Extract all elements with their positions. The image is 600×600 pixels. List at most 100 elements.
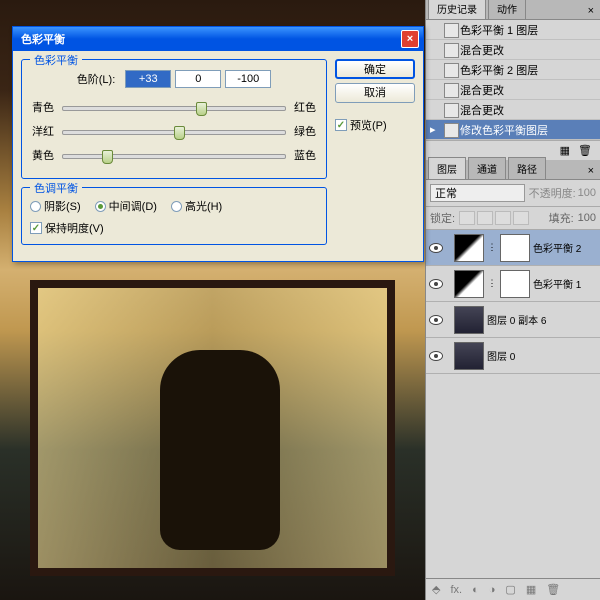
history-label: 色彩平衡 2 图层 bbox=[460, 62, 538, 78]
tone-balance-group: 色调平衡 阴影(S) 中间调(D) 高光(H) ✓ 保持明度(V) bbox=[21, 187, 327, 245]
preserve-label: 保持明度(V) bbox=[45, 220, 104, 236]
mask-thumbnail[interactable] bbox=[500, 234, 530, 262]
layer-thumbnail[interactable] bbox=[454, 306, 484, 334]
preview-label: 预览(P) bbox=[350, 117, 387, 133]
level-input-2[interactable] bbox=[175, 70, 221, 88]
link-icon[interactable]: ⋮ bbox=[487, 242, 497, 253]
history-item[interactable]: 修改色彩平衡图层 bbox=[426, 120, 600, 140]
history-panel: 历史记录 动作 × 色彩平衡 1 图层混合更改色彩平衡 2 图层混合更改混合更改… bbox=[426, 0, 600, 160]
history-item[interactable]: 混合更改 bbox=[426, 40, 600, 60]
visibility-icon[interactable] bbox=[428, 348, 444, 364]
new-layer-icon[interactable]: ▦ bbox=[526, 583, 536, 596]
history-label: 混合更改 bbox=[460, 82, 504, 98]
visibility-icon[interactable] bbox=[428, 240, 444, 256]
tab-paths[interactable]: 路径 bbox=[508, 157, 546, 179]
panels-sidebar: 历史记录 动作 × 色彩平衡 1 图层混合更改色彩平衡 2 图层混合更改混合更改… bbox=[425, 0, 600, 600]
panel-menu-icon[interactable]: × bbox=[582, 3, 600, 19]
slider-thumb[interactable] bbox=[174, 126, 185, 140]
checkbox-icon: ✓ bbox=[335, 119, 347, 131]
tab-actions[interactable]: 动作 bbox=[488, 0, 526, 19]
slider-right-label: 蓝色 bbox=[292, 147, 318, 163]
tab-layers[interactable]: 图层 bbox=[428, 157, 466, 179]
tone-radio-2[interactable]: 高光(H) bbox=[171, 198, 222, 214]
history-label: 混合更改 bbox=[460, 102, 504, 118]
level-label: 色阶(L): bbox=[77, 71, 116, 87]
layer-item[interactable]: ⋮ 色彩平衡 1 bbox=[426, 266, 600, 302]
group-legend: 色调平衡 bbox=[30, 180, 82, 196]
layer-item[interactable]: 图层 0 副本 6 bbox=[426, 302, 600, 338]
fill-label: 填充: bbox=[549, 210, 574, 226]
slider-thumb[interactable] bbox=[102, 150, 113, 164]
close-icon[interactable]: × bbox=[401, 30, 419, 48]
history-label: 色彩平衡 1 图层 bbox=[460, 22, 538, 38]
history-label: 修改色彩平衡图层 bbox=[460, 122, 548, 138]
adjustment-icon[interactable]: ◑ bbox=[489, 584, 496, 596]
layer-item[interactable]: ⋮ 色彩平衡 2 bbox=[426, 230, 600, 266]
radio-icon bbox=[30, 201, 41, 212]
preview-check[interactable]: ✓ 预览(P) bbox=[335, 117, 415, 133]
color-balance-dialog: 色彩平衡 × 色彩平衡 色阶(L): 青色 红色 洋红 绿色 黄色 蓝色 色调 bbox=[12, 26, 424, 262]
history-item[interactable]: 混合更改 bbox=[426, 80, 600, 100]
lock-label: 锁定: bbox=[430, 210, 455, 226]
level-input-3[interactable] bbox=[225, 70, 271, 88]
slider-left-label: 青色 bbox=[30, 99, 56, 115]
fill-value[interactable]: 100 bbox=[578, 212, 596, 224]
slider-left-label: 黄色 bbox=[30, 147, 56, 163]
tab-channels[interactable]: 通道 bbox=[468, 157, 506, 179]
blend-mode-select[interactable]: 正常 bbox=[430, 184, 525, 202]
panel-menu-icon[interactable]: × bbox=[582, 163, 600, 179]
color-balance-group: 色彩平衡 色阶(L): 青色 红色 洋红 绿色 黄色 蓝色 bbox=[21, 59, 327, 179]
link-layers-icon[interactable]: ⬘ bbox=[432, 583, 440, 596]
slider-track[interactable] bbox=[62, 98, 286, 116]
layer-thumbnail[interactable] bbox=[454, 342, 484, 370]
slider-track[interactable] bbox=[62, 122, 286, 140]
slider-row-1: 洋红 绿色 bbox=[30, 122, 318, 140]
layers-panel: 图层 通道 路径 × 正常 不透明度: 100 锁定: 填充: 100 ⋮ 色彩… bbox=[426, 160, 600, 374]
history-item[interactable]: 混合更改 bbox=[426, 100, 600, 120]
layer-name-label: 图层 0 副本 6 bbox=[487, 312, 598, 327]
layer-thumbnail[interactable] bbox=[454, 270, 484, 298]
opacity-value[interactable]: 100 bbox=[578, 187, 596, 199]
fx-icon[interactable]: fx. bbox=[450, 584, 462, 596]
layer-name-label: 图层 0 bbox=[487, 348, 598, 363]
radio-icon bbox=[171, 201, 182, 212]
mask-icon[interactable]: ◐ bbox=[472, 584, 479, 596]
slider-right-label: 红色 bbox=[292, 99, 318, 115]
silhouette-figure bbox=[160, 350, 280, 550]
ok-button[interactable]: 确定 bbox=[335, 59, 415, 79]
checkbox-icon: ✓ bbox=[30, 222, 42, 234]
folder-icon[interactable]: ▢ bbox=[505, 583, 515, 596]
slider-track[interactable] bbox=[62, 146, 286, 164]
tone-label: 中间调(D) bbox=[109, 198, 157, 214]
radio-icon bbox=[95, 201, 106, 212]
lock-icons[interactable] bbox=[459, 211, 529, 225]
tone-radio-1[interactable]: 中间调(D) bbox=[95, 198, 157, 214]
visibility-icon[interactable] bbox=[428, 276, 444, 292]
dialog-titlebar[interactable]: 色彩平衡 × bbox=[13, 27, 423, 51]
trash-icon[interactable]: 🗑 bbox=[578, 144, 592, 157]
trash-icon[interactable]: 🗑 bbox=[546, 583, 560, 596]
mask-thumbnail[interactable] bbox=[500, 270, 530, 298]
tab-history[interactable]: 历史记录 bbox=[428, 0, 486, 19]
preserve-luminosity-check[interactable]: ✓ 保持明度(V) bbox=[30, 220, 318, 236]
new-snapshot-icon[interactable]: ▦ bbox=[560, 144, 570, 157]
layers-footer: ⬘ fx. ◐ ◑ ▢ ▦ 🗑 bbox=[426, 578, 600, 600]
tone-label: 阴影(S) bbox=[44, 198, 81, 214]
history-item[interactable]: 色彩平衡 2 图层 bbox=[426, 60, 600, 80]
tone-radio-0[interactable]: 阴影(S) bbox=[30, 198, 81, 214]
slider-left-label: 洋红 bbox=[30, 123, 56, 139]
layer-item[interactable]: 图层 0 bbox=[426, 338, 600, 374]
history-label: 混合更改 bbox=[460, 42, 504, 58]
layer-thumbnail[interactable] bbox=[454, 234, 484, 262]
level-input-1[interactable] bbox=[125, 70, 171, 88]
layer-name-label: 色彩平衡 2 bbox=[533, 240, 598, 255]
tone-label: 高光(H) bbox=[185, 198, 222, 214]
layer-name-label: 色彩平衡 1 bbox=[533, 276, 598, 291]
history-item[interactable]: 色彩平衡 1 图层 bbox=[426, 20, 600, 40]
group-legend: 色彩平衡 bbox=[30, 52, 82, 68]
visibility-icon[interactable] bbox=[428, 312, 444, 328]
slider-right-label: 绿色 bbox=[292, 123, 318, 139]
link-icon[interactable]: ⋮ bbox=[487, 278, 497, 289]
slider-thumb[interactable] bbox=[196, 102, 207, 116]
cancel-button[interactable]: 取消 bbox=[335, 83, 415, 103]
